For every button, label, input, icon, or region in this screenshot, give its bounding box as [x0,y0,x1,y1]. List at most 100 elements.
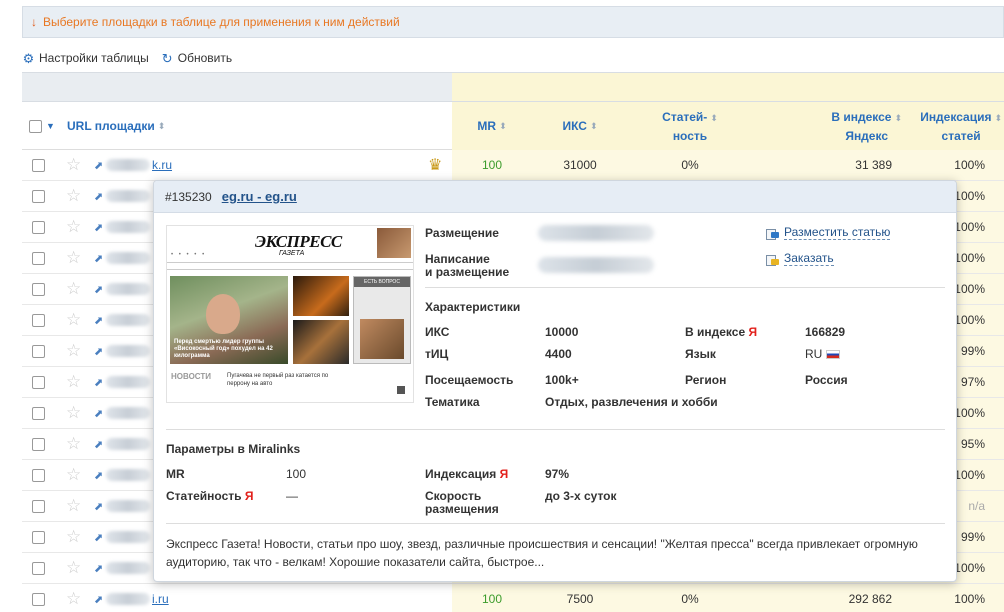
table-settings-button[interactable]: ⚙ Настройки таблицы [22,51,149,65]
favorite-star-icon[interactable]: ☆ [66,279,81,299]
row-checkbox[interactable] [32,499,45,513]
row-checkbox[interactable] [32,344,45,358]
favorite-star-icon[interactable]: ☆ [66,434,81,454]
row-checkbox[interactable] [32,220,45,234]
col-header-iks-label: ИКС [562,119,587,133]
lang-label: Язык [685,347,716,361]
hidden-url-part [106,407,150,419]
favorite-star-icon[interactable]: ☆ [66,496,81,516]
hidden-url-part [106,531,150,543]
site-url[interactable] [106,336,150,366]
favorite-star-icon[interactable]: ☆ [66,310,81,330]
site-url[interactable] [106,305,150,335]
site-url[interactable] [106,398,150,428]
site-url[interactable]: k.ru [106,150,172,180]
col-header-articles[interactable]: Статей- ⬍ ность [650,102,730,150]
external-link-icon[interactable]: ⬈ [94,376,103,389]
favorite-star-icon[interactable]: ☆ [66,465,81,485]
mr-cell: 100 [481,592,503,606]
site-url[interactable] [106,429,150,459]
site-url[interactable] [106,522,150,552]
favorite-star-icon[interactable]: ☆ [66,403,81,423]
site-url[interactable] [106,243,150,273]
site-url[interactable] [106,491,150,521]
table-header: ▼ URL площадки ⬍ MR ⬍ ИКС ⬍ Статей- ⬍ ность В… [22,102,1004,150]
favorite-star-icon[interactable]: ☆ [66,558,81,578]
favorite-star-icon[interactable]: ☆ [66,527,81,547]
favorite-star-icon[interactable]: ☆ [66,589,81,609]
external-link-icon[interactable]: ⬈ [94,159,103,172]
external-link-icon[interactable]: ⬈ [94,531,103,544]
external-link-icon[interactable]: ⬈ [94,593,103,606]
hidden-url-part [106,159,150,171]
crown-icon: ♛ [428,157,443,174]
favorite-star-icon[interactable]: ☆ [66,372,81,392]
place-article-button[interactable]: Разместить статью [766,226,891,240]
favorite-star-icon[interactable]: ☆ [66,217,81,237]
row-checkbox[interactable] [32,561,45,575]
refresh-button[interactable]: ↻ Обновить [161,51,232,65]
row-checkbox[interactable] [32,313,45,327]
col-header-indexing-label: Индексация ⬍ статей [920,108,1002,145]
col-header-mr[interactable]: MR ⬍ [462,102,522,150]
favorite-star-icon[interactable]: ☆ [66,341,81,361]
site-url[interactable] [106,460,150,490]
order-label: Заказать [784,251,834,266]
site-url[interactable] [106,367,150,397]
site-url[interactable]: i.ru [106,584,169,612]
col-header-indexing[interactable]: Индексация ⬍ статей [920,102,1002,150]
row-checkbox[interactable] [32,189,45,203]
row-checkbox[interactable] [32,375,45,389]
site-url[interactable] [106,212,150,242]
placement-label: Размещение [425,226,499,240]
site-url[interactable] [106,181,150,211]
order-button[interactable]: Заказать [766,252,834,266]
row-checkbox[interactable] [32,592,45,606]
row-checkbox[interactable] [32,251,45,265]
hidden-url-part [106,252,150,264]
external-link-icon[interactable]: ⬈ [94,314,103,327]
row-checkbox[interactable] [32,468,45,482]
writing-label-line2: и размещение [425,265,510,279]
row-checkbox[interactable] [32,530,45,544]
table-row[interactable]: ☆ ⬈ i.ru 100 7500 0% 292 862 100% [22,584,1004,612]
col-header-index-yandex-line1: В индексе [831,109,892,124]
external-link-icon[interactable]: ⬈ [94,562,103,575]
site-link[interactable]: eg.ru - eg.ru [222,189,297,204]
external-link-icon[interactable]: ⬈ [94,221,103,234]
hidden-url-part [106,438,150,450]
sort-icon: ⬍ [157,120,166,131]
row-checkbox[interactable] [32,406,45,420]
external-link-icon[interactable]: ⬈ [94,438,103,451]
table-row[interactable]: ☆ ⬈ k.ru ♛ 100 31000 0% 31 389 100% [22,150,1004,181]
external-link-icon[interactable]: ⬈ [94,469,103,482]
favorite-star-icon[interactable]: ☆ [66,155,81,175]
external-link-icon[interactable]: ⬈ [94,500,103,513]
select-all[interactable]: ▼ [29,102,55,150]
site-url[interactable] [106,274,150,304]
index-yandex-cell: 292 862 [848,592,892,606]
site-url-suffix[interactable]: k.ru [152,158,172,172]
col-header-index-yandex-label: В индексе ⬍ Яндекс [831,108,902,145]
select-all-checkbox[interactable] [29,119,42,133]
favorite-star-icon[interactable]: ☆ [66,248,81,268]
external-link-icon[interactable]: ⬈ [94,190,103,203]
external-link-icon[interactable]: ⬈ [94,252,103,265]
row-checkbox[interactable] [32,437,45,451]
site-url-suffix[interactable]: i.ru [152,592,169,606]
external-link-icon[interactable]: ⬈ [94,283,103,296]
col-header-index-yandex[interactable]: В индексе ⬍ Яндекс [802,102,902,150]
hidden-url-part [106,190,150,202]
select-menu-caret-icon[interactable]: ▼ [46,121,55,131]
external-link-icon[interactable]: ⬈ [94,345,103,358]
col-header-url[interactable]: URL площадки ⬍ [67,102,165,150]
favorite-star-icon[interactable]: ☆ [66,186,81,206]
hidden-url-part [106,376,150,388]
articles-label: Статейность Я [166,490,253,503]
site-url[interactable] [106,553,150,583]
external-link-icon[interactable]: ⬈ [94,407,103,420]
col-header-iks[interactable]: ИКС ⬍ [550,102,610,150]
row-checkbox[interactable] [32,158,45,172]
row-checkbox[interactable] [32,282,45,296]
mr-label: MR [166,467,185,481]
